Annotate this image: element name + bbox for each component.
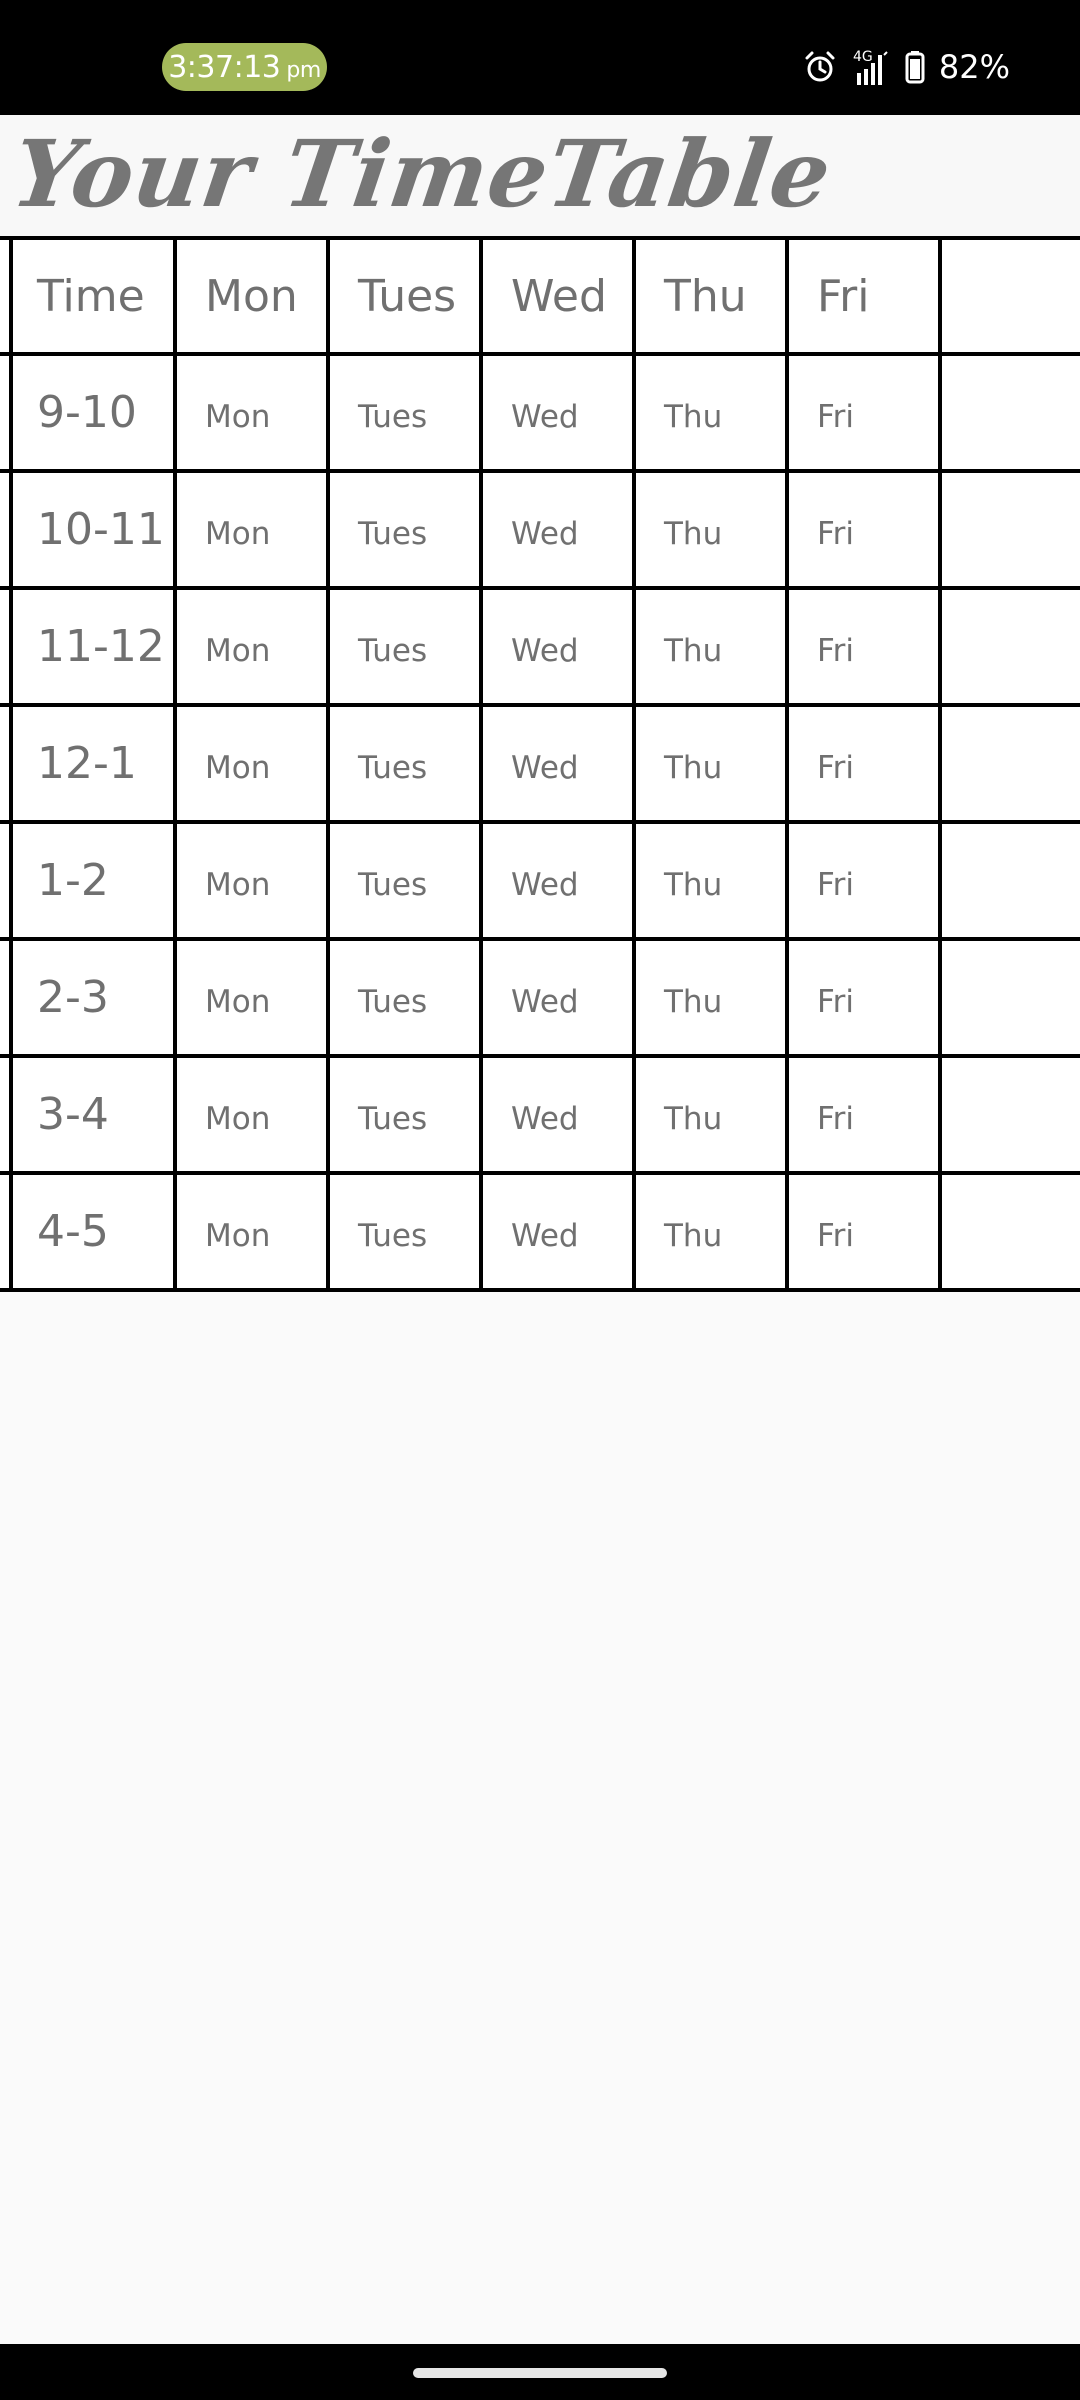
class-cell-wed[interactable]: Wed [483,473,636,586]
class-cell-mon[interactable]: Mon [177,824,330,937]
class-cell-fri[interactable]: Fri [789,1058,942,1171]
class-cell-thu[interactable]: Thu [636,473,789,586]
alarm-icon [803,50,837,84]
signal-4g-icon: 4G [851,47,891,87]
battery-icon [905,50,925,84]
class-cell-wed[interactable]: Wed [483,356,636,469]
class-cell-fri[interactable]: Fri [789,707,942,820]
time-slot: 11-12 [13,590,177,703]
clock-ampm: pm [286,57,321,83]
column-header-mon: Mon [177,240,330,352]
time-slot: 12-1 [13,707,177,820]
header: Your TimeTable [0,115,1080,236]
table-row: 2-3 Mon Tues Wed Thu Fri [0,941,1080,1058]
class-cell-wed[interactable]: Wed [483,590,636,703]
class-cell-tues[interactable]: Tues [330,1175,483,1288]
class-cell-thu[interactable]: Thu [636,941,789,1054]
table-right-filler [942,240,1080,352]
class-cell-mon[interactable]: Mon [177,707,330,820]
class-cell-mon[interactable]: Mon [177,356,330,469]
clock-time: 3:37:13 [168,49,281,85]
class-cell-tues[interactable]: Tues [330,824,483,937]
table-left-edge [0,707,13,820]
table-right-filler [942,707,1080,820]
table-right-filler [942,1175,1080,1288]
battery-percentage: 82% [938,48,1010,86]
class-cell-wed[interactable]: Wed [483,1058,636,1171]
time-slot: 3-4 [13,1058,177,1171]
class-cell-mon[interactable]: Mon [177,1175,330,1288]
class-cell-mon[interactable]: Mon [177,590,330,703]
class-cell-thu[interactable]: Thu [636,356,789,469]
timetable: Time Mon Tues Wed Thu Fri 9-10 Mon Tues … [0,236,1080,1292]
table-left-edge [0,473,13,586]
class-cell-fri[interactable]: Fri [789,824,942,937]
table-right-filler [942,941,1080,1054]
column-header-wed: Wed [483,240,636,352]
table-left-edge [0,356,13,469]
class-cell-thu[interactable]: Thu [636,1175,789,1288]
time-slot: 4-5 [13,1175,177,1288]
table-left-edge [0,1058,13,1171]
table-left-edge [0,941,13,1054]
table-row: 12-1 Mon Tues Wed Thu Fri [0,707,1080,824]
table-row: 11-12 Mon Tues Wed Thu Fri [0,590,1080,707]
class-cell-mon[interactable]: Mon [177,473,330,586]
svg-text:4G: 4G [853,49,873,65]
class-cell-fri[interactable]: Fri [789,1175,942,1288]
table-right-filler [942,1058,1080,1171]
class-cell-mon[interactable]: Mon [177,1058,330,1171]
class-cell-tues[interactable]: Tues [330,941,483,1054]
status-bar: 3:37:13 pm 4G 82% [0,0,1080,115]
class-cell-thu[interactable]: Thu [636,1058,789,1171]
column-header-time: Time [13,240,177,352]
column-header-thu: Thu [636,240,789,352]
table-row: 3-4 Mon Tues Wed Thu Fri [0,1058,1080,1175]
class-cell-tues[interactable]: Tues [330,590,483,703]
home-indicator[interactable] [413,2368,667,2378]
page-title: Your TimeTable [6,120,838,228]
time-slot: 2-3 [13,941,177,1054]
class-cell-thu[interactable]: Thu [636,824,789,937]
class-cell-wed[interactable]: Wed [483,941,636,1054]
table-left-edge [0,824,13,937]
table-row: 1-2 Mon Tues Wed Thu Fri [0,824,1080,941]
class-cell-fri[interactable]: Fri [789,590,942,703]
class-cell-tues[interactable]: Tues [330,707,483,820]
time-slot: 10-11 [13,473,177,586]
table-row: 4-5 Mon Tues Wed Thu Fri [0,1175,1080,1292]
status-icons: 4G 82% [803,42,1010,92]
class-cell-wed[interactable]: Wed [483,707,636,820]
class-cell-wed[interactable]: Wed [483,1175,636,1288]
table-header-row: Time Mon Tues Wed Thu Fri [0,240,1080,356]
column-header-tues: Tues [330,240,483,352]
column-header-fri: Fri [789,240,942,352]
table-right-filler [942,356,1080,469]
class-cell-fri[interactable]: Fri [789,473,942,586]
table-right-filler [942,590,1080,703]
clock-pill: 3:37:13 pm [162,43,327,91]
time-slot: 1-2 [13,824,177,937]
class-cell-fri[interactable]: Fri [789,356,942,469]
table-right-filler [942,824,1080,937]
navigation-bar [0,2344,1080,2400]
table-left-edge [0,590,13,703]
class-cell-tues[interactable]: Tues [330,1058,483,1171]
class-cell-tues[interactable]: Tues [330,356,483,469]
table-right-filler [942,473,1080,586]
class-cell-thu[interactable]: Thu [636,590,789,703]
class-cell-fri[interactable]: Fri [789,941,942,1054]
table-row: 9-10 Mon Tues Wed Thu Fri [0,356,1080,473]
table-left-edge [0,1175,13,1288]
table-row: 10-11 Mon Tues Wed Thu Fri [0,473,1080,590]
class-cell-wed[interactable]: Wed [483,824,636,937]
class-cell-mon[interactable]: Mon [177,941,330,1054]
table-left-edge [0,240,13,352]
class-cell-tues[interactable]: Tues [330,473,483,586]
class-cell-thu[interactable]: Thu [636,707,789,820]
time-slot: 9-10 [13,356,177,469]
